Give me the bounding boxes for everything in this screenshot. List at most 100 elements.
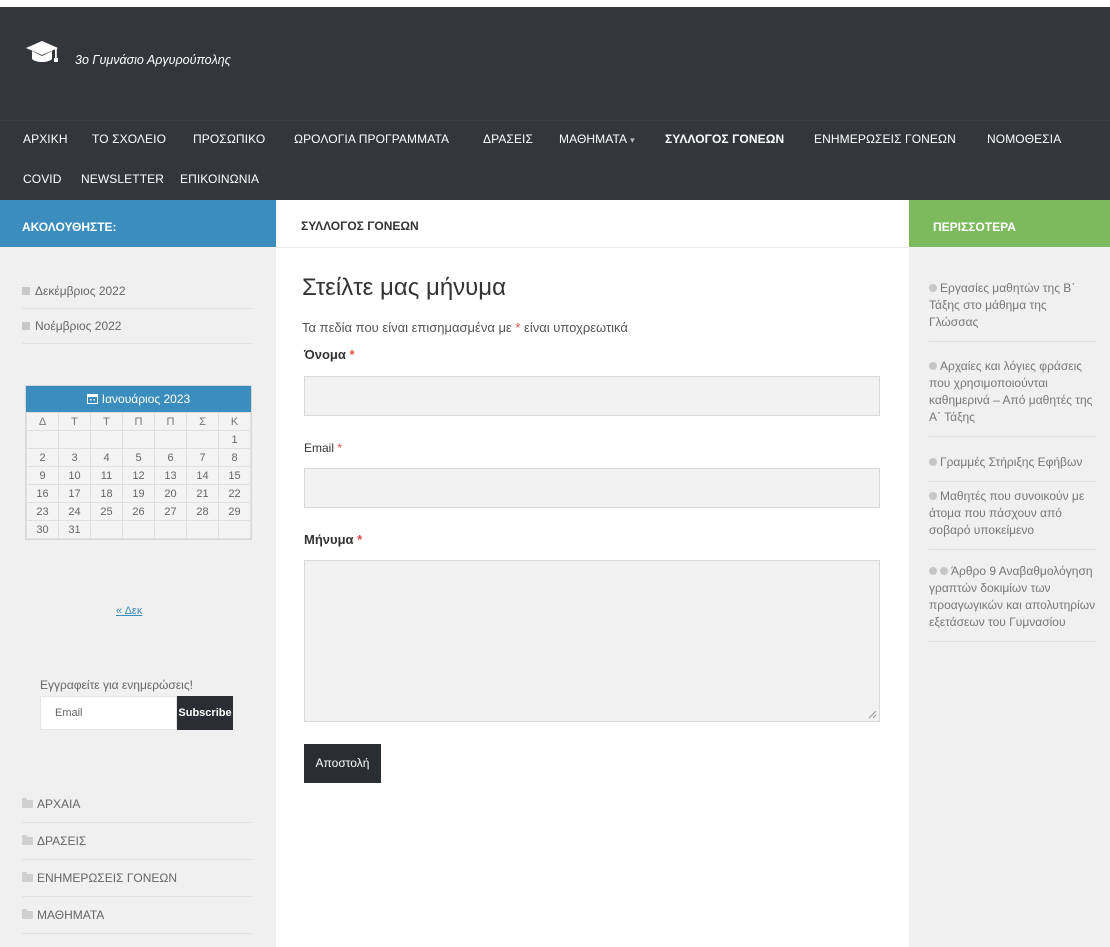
header-divider	[0, 120, 1110, 121]
subscribe-button[interactable]: Subscribe	[177, 696, 233, 730]
archive-square-icon	[22, 322, 30, 330]
category-label: ΔΡΑΣΕΙΣ	[37, 834, 87, 848]
weekday-header: Π	[154, 412, 187, 431]
email-label-text: Email	[304, 441, 335, 455]
calendar-day: 28	[186, 502, 219, 521]
category-label: ΑΡΧΑΙΑ	[37, 797, 81, 811]
nav-item-parents-association[interactable]: ΣΥΛΛΟΓΟΣ ΓΟΝΕΩΝ	[665, 132, 784, 146]
name-field-label: Όνομα *	[304, 347, 355, 362]
bullet-icon	[929, 284, 937, 292]
calendar-day	[90, 520, 123, 539]
weekday-header: Κ	[218, 412, 251, 431]
post-title: Άρθρο 9 Αναβαθμολόγηση γραπτών δοκιμίων …	[929, 564, 1096, 629]
calendar-day: 13	[154, 466, 187, 485]
name-label-text: Όνομα	[304, 347, 346, 362]
note-text-before: Τα πεδία που είναι επισημασμένα με	[302, 320, 512, 335]
form-title: Στείλτε μας μήνυμα	[302, 274, 506, 301]
nav-item-covid[interactable]: COVID	[23, 172, 62, 186]
category-link[interactable]: ΑΡΧΑΙΑ	[22, 786, 252, 823]
calendar-day: 23	[26, 502, 59, 521]
calendar-day: 6	[154, 448, 187, 467]
more-heading: ΠΕΡΙΣΣΟΤΕΡΑ	[909, 200, 1110, 247]
archive-link[interactable]: Νοέμβριος 2022	[22, 309, 252, 344]
message-label-text: Μήνυμα	[304, 532, 354, 547]
nav-item-home[interactable]: ΑΡΧΙΚΗ	[23, 132, 68, 146]
name-field[interactable]	[304, 376, 880, 416]
post-title: Μαθητές που συνοικούν με άτομα που πάσχο…	[929, 489, 1085, 537]
calendar-day	[26, 430, 59, 449]
site-header	[0, 7, 1110, 200]
calendar-day: 19	[122, 484, 155, 503]
folder-icon	[22, 909, 33, 919]
calendar-day: 10	[58, 466, 91, 485]
calendar-day: 1	[218, 430, 251, 449]
calendar-caption: Ιανουάριος 2023	[26, 386, 251, 412]
calendar-grid: Δ Τ Τ Π Π Σ Κ 1 2345678 9 10 11 12 13 14 15 16…	[26, 412, 251, 539]
category-link[interactable]: ΕΝΗΜΕΡΩΣΕΙΣ ΓΟΝΕΩΝ	[22, 860, 252, 897]
calendar-day: 11	[90, 466, 123, 485]
folder-icon	[22, 835, 33, 845]
post-link[interactable]: Μαθητές που συνοικούν με άτομα που πάσχο…	[929, 488, 1097, 550]
bullet-icon	[940, 567, 948, 575]
archive-link[interactable]: Δεκέμβριος 2022	[22, 274, 252, 309]
calendar-day: 21	[186, 484, 219, 503]
calendar-day: 12	[122, 466, 155, 485]
email-field[interactable]	[304, 468, 880, 508]
category-link[interactable]: ΜΑΘΗΜΑΤΑ	[22, 897, 252, 934]
submit-button[interactable]: Αποστολή	[304, 744, 381, 783]
post-link[interactable]: Αρχαίες και λόγιες φράσεις που χρησιμοπο…	[929, 358, 1097, 437]
post-title: Εργασίες μαθητών της Β΄ Τάξης στο μάθημα…	[929, 281, 1076, 329]
calendar-day: 26	[122, 502, 155, 521]
archive-square-icon	[22, 287, 30, 295]
post-link[interactable]: Εργασίες μαθητών της Β΄ Τάξης στο μάθημα…	[929, 280, 1097, 342]
category-label: ΜΑΘΗΜΑΤΑ	[37, 908, 105, 922]
calendar-day: 22	[218, 484, 251, 503]
weekday-header: Δ	[26, 412, 59, 431]
calendar-day: 24	[58, 502, 91, 521]
nav-item-contact[interactable]: ΕΠΙΚΟΙΝΩΝΙΑ	[180, 172, 259, 186]
calendar-day: 27	[154, 502, 187, 521]
calendar-day	[154, 430, 187, 449]
folder-icon	[22, 872, 33, 882]
category-link[interactable]: ΔΡΑΣΕΙΣ	[22, 823, 252, 860]
graduation-cap-icon[interactable]	[24, 38, 60, 68]
bullet-icon	[929, 492, 937, 500]
top-strip	[0, 0, 1110, 7]
calendar-day: 14	[186, 466, 219, 485]
required-star: *	[515, 320, 521, 335]
nav-item-timetables[interactable]: ΩΡΟΛΟΓΙΑ ΠΡΟΓΡΑΜΜΑΤΑ	[294, 132, 449, 146]
calendar-day: 8	[218, 448, 251, 467]
calendar-widget: Ιανουάριος 2023 Δ Τ Τ Π Π Σ Κ 1 2345678 …	[25, 385, 252, 540]
category-label: ΕΝΗΜΕΡΩΣΕΙΣ ΓΟΝΕΩΝ	[37, 871, 178, 885]
form-required-note: Τα πεδία που είναι επισημασμένα με * είν…	[302, 320, 628, 335]
post-link[interactable]: Γραμμές Στήριξης Εφήβων	[929, 454, 1097, 482]
resize-grip-icon[interactable]	[868, 710, 877, 719]
nav-item-staff[interactable]: ΠΡΟΣΩΠΙΚΟ	[193, 132, 265, 146]
calendar-day: 5	[122, 448, 155, 467]
nav-item-legislation[interactable]: ΝΟΜΟΘΕΣΙΑ	[987, 132, 1061, 146]
folder-icon	[22, 798, 33, 808]
calendar-day: 2	[26, 448, 59, 467]
weekday-header: Π	[122, 412, 155, 431]
message-textarea[interactable]	[304, 560, 880, 722]
nav-item-courses[interactable]: ΜΑΘΗΜΑΤΑ ▾	[559, 132, 635, 146]
bullet-icon	[929, 362, 937, 370]
calendar-prev-month-link[interactable]: « Δεκ	[116, 605, 142, 617]
nav-item-newsletter[interactable]: NEWSLETTER	[81, 172, 164, 186]
calendar-day: 4	[90, 448, 123, 467]
note-text-after: είναι υποχρεωτικά	[524, 320, 628, 335]
nav-item-school[interactable]: ΤΟ ΣΧΟΛΕΙΟ	[92, 132, 166, 146]
post-title: Γραμμές Στήριξης Εφήβων	[940, 455, 1083, 469]
calendar-day: 25	[90, 502, 123, 521]
left-sidebar: ΑΚΟΛΟΥΘΗΣΤΕ: Δεκέμβριος 2022 Νοέμβριος 2…	[0, 200, 276, 947]
site-title[interactable]: 3ο Γυμνάσιο Αργυρούπολης	[75, 53, 231, 67]
post-link[interactable]: Άρθρο 9 Αναβαθμολόγηση γραπτών δοκιμίων …	[929, 563, 1097, 642]
subscribe-label: Εγγραφείτε για ενημερώσεις!	[40, 678, 193, 692]
weekday-header: Τ	[90, 412, 123, 431]
required-star: *	[349, 347, 355, 362]
subscribe-email-input[interactable]: Email	[40, 696, 177, 730]
page-title: ΣΥΛΛΟΓΟΣ ΓΟΝΕΩΝ	[276, 200, 909, 248]
archive-label: Νοέμβριος 2022	[35, 319, 122, 333]
nav-item-parent-updates[interactable]: ΕΝΗΜΕΡΩΣΕΙΣ ΓΟΝΕΩΝ	[814, 132, 956, 146]
nav-item-activities[interactable]: ΔΡΑΣΕΙΣ	[483, 132, 533, 146]
